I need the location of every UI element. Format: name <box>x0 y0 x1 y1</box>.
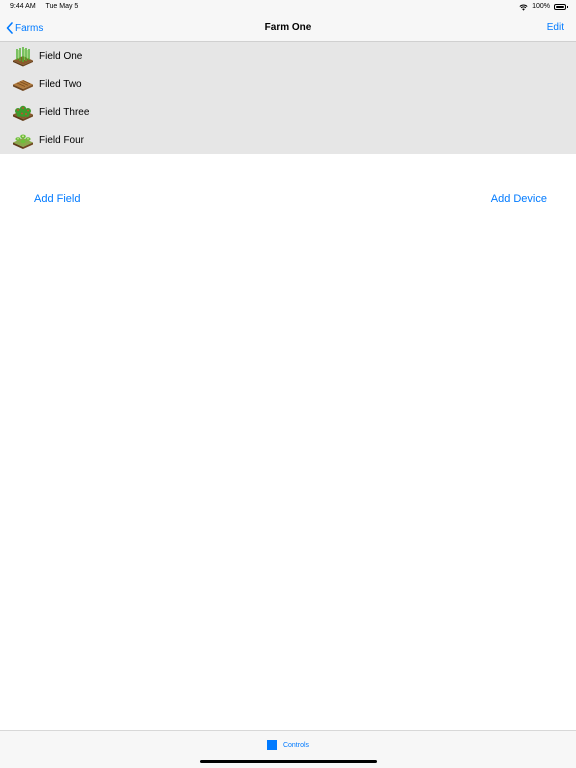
battery-icon <box>554 4 568 10</box>
status-right: 100% <box>519 0 568 14</box>
tab-controls[interactable]: Controls <box>0 740 576 750</box>
battery-percent: 100% <box>532 3 550 10</box>
field-row-two[interactable]: Filed Two <box>0 70 576 98</box>
field-label: Field Three <box>39 106 90 118</box>
field-list: Field One Filed Two Field Three Field Fo… <box>0 42 576 154</box>
edit-button[interactable]: Edit <box>547 14 564 42</box>
wifi-icon <box>519 4 528 11</box>
page-title: Farm One <box>264 22 312 33</box>
status-left: 9:44 AM Tue May 5 <box>10 0 86 14</box>
controls-icon <box>266 740 277 750</box>
field-label: Field One <box>39 50 83 62</box>
status-date: Tue May 5 <box>45 3 79 10</box>
status-bar: 9:44 AM Tue May 5 100% <box>0 0 576 14</box>
field-label: Filed Two <box>39 78 82 90</box>
tab-controls-label: Controls <box>282 741 310 749</box>
field-label: Field Four <box>39 134 85 146</box>
field-row-three[interactable]: Field Three <box>0 98 576 126</box>
berry-field-icon <box>13 105 33 121</box>
add-device-button[interactable]: Add Device <box>491 193 547 205</box>
field-row-one[interactable]: Field One <box>0 42 576 70</box>
crop-field-icon <box>13 47 33 67</box>
field-row-four[interactable]: Field Four <box>0 126 576 154</box>
soil-field-icon <box>13 80 33 91</box>
navigation-bar: Farms Farm One Edit <box>0 14 576 42</box>
battery-fill <box>556 6 564 8</box>
status-time: 9:44 AM <box>10 3 36 10</box>
sprout-field-icon <box>13 134 33 149</box>
home-indicator <box>200 760 377 763</box>
add-field-button[interactable]: Add Field <box>34 193 80 205</box>
